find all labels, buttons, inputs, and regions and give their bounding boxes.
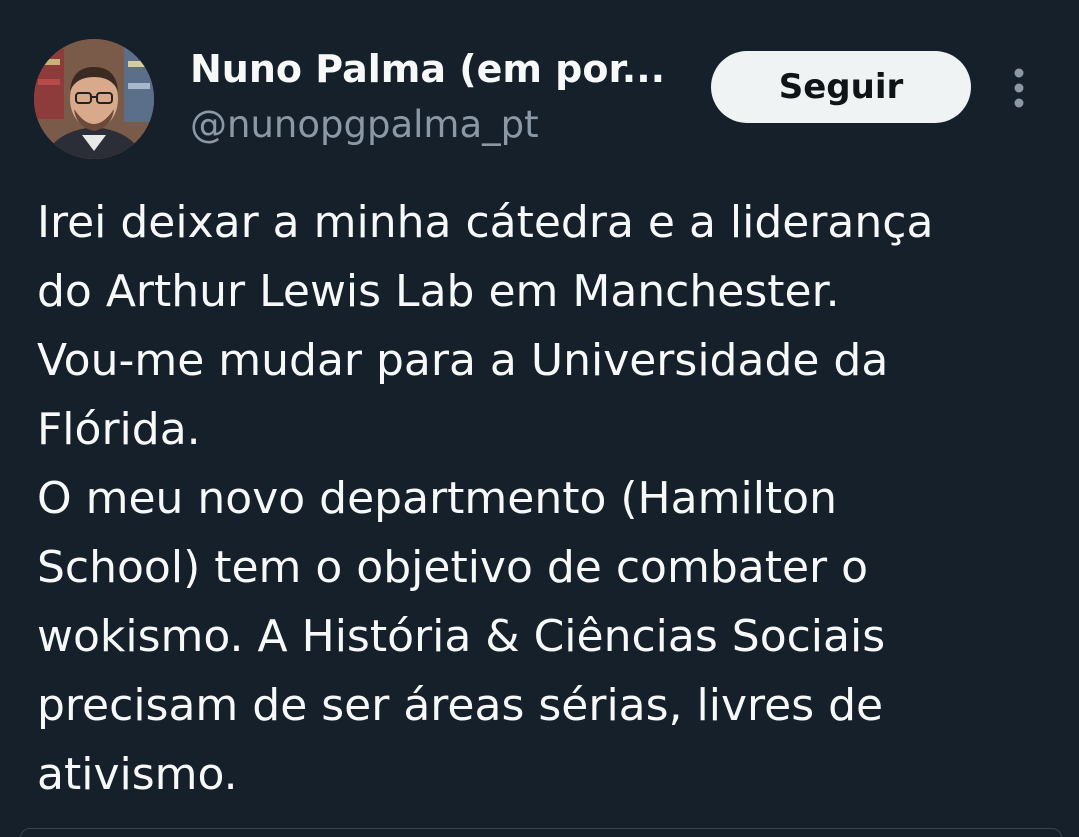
more-options-button[interactable] bbox=[1000, 62, 1038, 114]
avatar[interactable] bbox=[34, 39, 154, 159]
profile-photo-icon bbox=[34, 39, 154, 159]
tweet-text-line: do Arthur Lewis Lab em Manchester. bbox=[37, 266, 840, 317]
tweet-text-line: precisam de ser áreas sérias, livres de bbox=[37, 680, 884, 731]
card-bottom-edge bbox=[20, 828, 1062, 837]
tweet-card: Nuno Palma (em por... @nunopgpalma_pt Se… bbox=[0, 0, 1079, 837]
tweet-text-line: Flórida. bbox=[37, 404, 201, 455]
vertical-ellipsis-icon bbox=[1014, 68, 1024, 108]
tweet-text: Irei deixar a minha cátedra e a lideranç… bbox=[37, 188, 1067, 809]
tweet-text-line: O meu novo departmento (Hamilton bbox=[37, 473, 837, 524]
tweet-text-line: Vou-me mudar para a Universidade da bbox=[37, 335, 889, 386]
follow-button[interactable]: Seguir bbox=[711, 51, 971, 123]
tweet-text-line: ativismo. bbox=[37, 749, 238, 800]
tweet-text-line: wokismo. A História & Ciências Sociais bbox=[37, 611, 886, 662]
tweet-text-line: School) tem o objetivo de combater o bbox=[37, 542, 869, 593]
tweet-text-line: Irei deixar a minha cátedra e a lideranç… bbox=[37, 197, 934, 248]
author-display-name[interactable]: Nuno Palma (em por... bbox=[190, 44, 665, 94]
author-handle[interactable]: @nunopgpalma_pt bbox=[190, 100, 539, 150]
